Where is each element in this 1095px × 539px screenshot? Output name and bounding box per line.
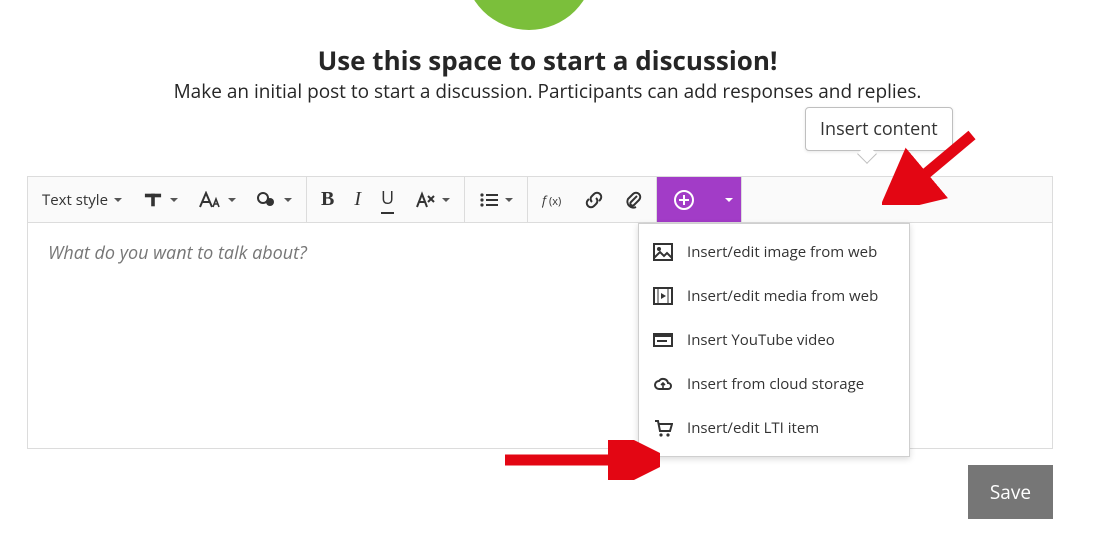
save-button[interactable]: Save [968, 465, 1053, 519]
media-icon [653, 287, 673, 305]
insert-content-tooltip: Insert content [805, 107, 953, 151]
youtube-icon [653, 331, 673, 349]
dropdown-item-media-from-web[interactable]: Insert/edit media from web [639, 274, 909, 318]
link-icon [584, 190, 604, 210]
cart-icon [653, 419, 673, 437]
dropdown-item-youtube[interactable]: Insert YouTube video [639, 318, 909, 362]
toolbar-group-format: B I U [307, 177, 465, 222]
plus-circle-icon [673, 189, 695, 211]
cloud-icon [653, 375, 673, 393]
dropdown-item-label: Insert YouTube video [687, 330, 835, 350]
text-color-dropdown[interactable] [246, 177, 302, 222]
dropdown-item-cloud-storage[interactable]: Insert from cloud storage [639, 362, 909, 406]
text-style-dropdown[interactable]: Text style [32, 177, 132, 222]
list-dropdown[interactable] [469, 177, 523, 222]
dropdown-item-label: Insert/edit LTI item [687, 418, 819, 438]
toolbar: Text style [28, 177, 1052, 223]
bold-button[interactable]: B [311, 177, 344, 222]
avatar [464, 0, 594, 30]
insert-content-dropdown-toggle[interactable] [711, 177, 741, 222]
dropdown-item-label: Insert/edit media from web [687, 286, 878, 306]
chevron-down-icon [442, 198, 450, 202]
chevron-down-icon [505, 198, 513, 202]
underline-icon: U [381, 186, 394, 214]
svg-text:f: f [542, 192, 548, 208]
dropdown-item-lti-item[interactable]: Insert/edit LTI item [639, 406, 909, 450]
font-size-dropdown[interactable] [188, 177, 246, 222]
insert-content-button[interactable] [657, 177, 711, 222]
list-icon [479, 192, 499, 208]
math-icon: f (x) [542, 192, 564, 208]
chevron-down-icon [170, 198, 178, 202]
page-subtitle: Make an initial post to start a discussi… [0, 78, 1095, 106]
dropdown-item-label: Insert from cloud storage [687, 374, 864, 394]
link-button[interactable] [574, 177, 614, 222]
text-style-label: Text style [42, 190, 108, 210]
dropdown-item-image-from-web[interactable]: Insert/edit image from web [639, 230, 909, 274]
clear-format-icon [414, 191, 436, 209]
svg-text:(x): (x) [549, 194, 561, 208]
clear-format-dropdown[interactable] [404, 177, 460, 222]
math-button[interactable]: f (x) [532, 177, 574, 222]
toolbar-group-plus [657, 177, 742, 222]
chevron-down-icon [228, 198, 236, 202]
image-icon [653, 243, 673, 261]
toolbar-spacer [742, 177, 1052, 222]
font-family-icon [142, 191, 164, 209]
chevron-down-icon [284, 198, 292, 202]
font-size-icon [198, 191, 222, 209]
dropdown-item-label: Insert/edit image from web [687, 242, 877, 262]
chevron-down-icon [725, 198, 733, 202]
attachment-button[interactable] [614, 177, 652, 222]
insert-content-dropdown: Insert/edit image from web Insert/edit m… [638, 223, 910, 457]
toolbar-group-text: Text style [28, 177, 307, 222]
toolbar-group-list [465, 177, 528, 222]
chevron-down-icon [114, 198, 122, 202]
font-family-dropdown[interactable] [132, 177, 188, 222]
italic-button[interactable]: I [344, 177, 371, 222]
page-title: Use this space to start a discussion! [0, 42, 1095, 78]
text-color-icon [256, 191, 278, 209]
paperclip-icon [624, 190, 642, 210]
toolbar-group-insert: f (x) [528, 177, 657, 222]
underline-button[interactable]: U [371, 177, 404, 222]
